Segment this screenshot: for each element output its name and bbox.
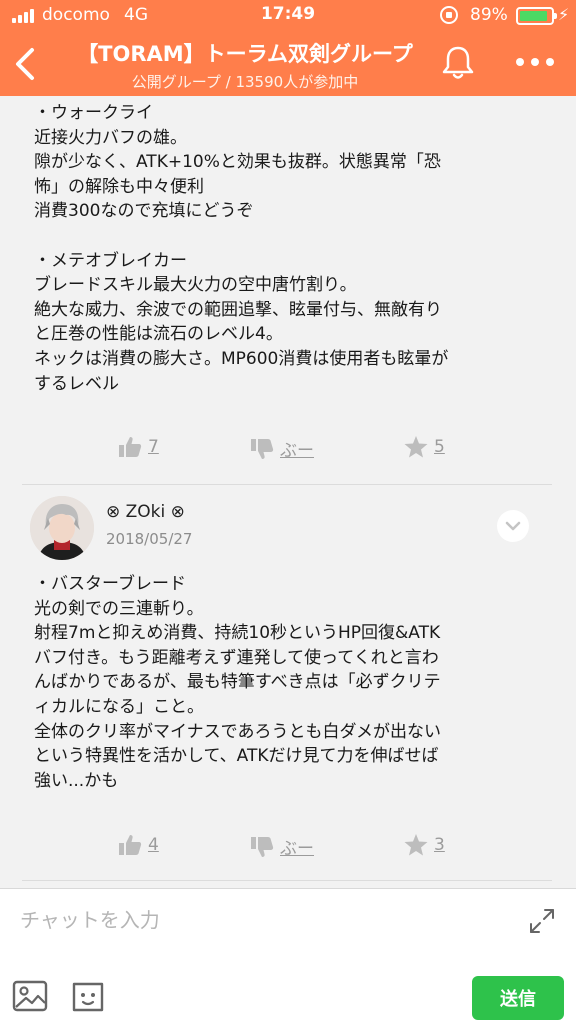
post-line: んばかりであるが、最も特筆すべき点は「必ずクリテ: [34, 672, 441, 693]
charging-icon: ⚡: [558, 5, 570, 24]
post-line: ネックは消費の膨大さ。MP600消費は使用者も眩暈が: [34, 348, 449, 369]
app-header: docomo 4G 17:49 89% ⚡ 【TORAM】トーラム双剣グループ …: [0, 0, 576, 96]
star-icon: [404, 436, 428, 458]
status-bar: docomo 4G 17:49 89% ⚡: [0, 0, 576, 30]
like-button[interactable]: 7: [118, 436, 159, 458]
more-button[interactable]: [510, 52, 560, 72]
post-line: という特異性を活かして、ATKだけ見て力を伸ばせば: [34, 746, 439, 767]
post-line: 隙が少なく、ATK+10%と効果も抜群。状態異常「恐: [34, 152, 441, 173]
boo-button[interactable]: ぶー: [250, 834, 314, 859]
like-count: 7: [148, 437, 159, 457]
boo-button[interactable]: ぶー: [250, 436, 314, 461]
post-line: 近接火力バフの雄。: [34, 127, 187, 148]
post-line: ・メテオブレイカー: [34, 250, 187, 271]
post-line: ・ウォークライ: [34, 103, 153, 123]
thumbs-up-icon: [119, 437, 142, 457]
post-line: 光の剣での三連斬り。: [34, 598, 204, 619]
post-line: ・バスターブレード: [34, 574, 186, 594]
boo-label: ぶー: [280, 839, 314, 859]
emoji-icon: [72, 982, 104, 1012]
avatar[interactable]: [30, 496, 94, 560]
avatar-image: [30, 496, 94, 560]
bell-icon: [442, 46, 474, 79]
chat-feed[interactable]: ・ウォークライ 近接火力バフの雄。 隙が少なく、ATK+10%と効果も抜群。状態…: [0, 96, 576, 888]
notification-button[interactable]: [438, 42, 478, 82]
boo-label: ぶー: [280, 441, 314, 461]
post-line: バフ付き。もう距離考えず連発して使ってくれと言わ: [34, 647, 439, 668]
thumbs-down-icon: [251, 836, 274, 857]
thumbs-up-icon: [119, 835, 142, 855]
post-actions: 4 ぶー 3: [0, 834, 576, 874]
post-divider: [22, 484, 552, 485]
post-body: ・ウォークライ 近接火力バフの雄。 隙が少なく、ATK+10%と効果も抜群。状態…: [0, 101, 576, 396]
like-count: 4: [148, 835, 159, 855]
thumbs-down-icon: [251, 438, 274, 459]
star-count: 5: [434, 437, 445, 457]
back-button[interactable]: [8, 40, 44, 88]
chat-composer: 送信: [0, 888, 576, 1024]
more-icon: [516, 58, 524, 66]
post-line: [34, 224, 556, 249]
post-line: ブレードスキル最大火力の空中唐竹割り。: [34, 275, 357, 296]
post-line: 怖」の解除も中々便利: [34, 176, 204, 197]
post-divider: [22, 880, 552, 881]
post-line: 絶大な威力、余波での範囲追撃、眩暈付与、無敵有り: [34, 299, 442, 320]
star-icon: [404, 834, 428, 856]
group-subtitle: 公開グループ / 13590人が参加中: [131, 73, 359, 91]
post-date: 2018/05/27: [106, 530, 193, 548]
post-line: するレベル: [34, 373, 119, 394]
post-line: 強い...かも: [34, 770, 119, 791]
chat-input[interactable]: [20, 905, 500, 935]
post-line: 全体のクリ率がマイナスであろうとも白ダメが出ない: [34, 721, 441, 742]
star-count: 3: [434, 835, 445, 855]
post-line: 射程7mと抑えめ消費、持続10秒というHP回復&ATK: [34, 623, 441, 644]
like-button[interactable]: 4: [118, 834, 159, 856]
post-menu-button[interactable]: [497, 510, 529, 542]
post-body: ・バスターブレード 光の剣での三連斬り。 射程7mと抑えめ消費、持続10秒という…: [0, 572, 576, 793]
rotation-lock-icon: [440, 6, 458, 24]
battery-percent: 89%: [470, 5, 508, 25]
star-button[interactable]: 3: [404, 834, 445, 856]
battery-icon: [516, 7, 557, 25]
image-button[interactable]: [12, 980, 48, 1012]
expand-button[interactable]: [528, 907, 556, 935]
battery-level-fill: [520, 11, 547, 21]
emoji-button[interactable]: [70, 980, 106, 1014]
expand-icon: [530, 909, 554, 933]
post-line: 消費300なので充填にどうぞ: [34, 201, 254, 222]
chevron-down-icon: [505, 521, 521, 531]
group-title: 【TORAM】トーラム双剣グループ: [77, 42, 413, 66]
star-button[interactable]: 5: [404, 436, 445, 458]
post-author[interactable]: ⊗ ZOki ⊗: [106, 502, 185, 522]
group-title-area[interactable]: 【TORAM】トーラム双剣グループ 公開グループ / 13590人が参加中: [60, 38, 430, 92]
post-actions: 7 ぶー 5: [0, 436, 576, 476]
image-icon: [12, 980, 48, 1012]
send-button[interactable]: 送信: [472, 976, 564, 1020]
post-line: ィカルになる」こと。: [34, 696, 204, 717]
back-icon: [16, 48, 34, 80]
post-line: と圧巻の性能は流石のレベル4。: [34, 324, 283, 345]
